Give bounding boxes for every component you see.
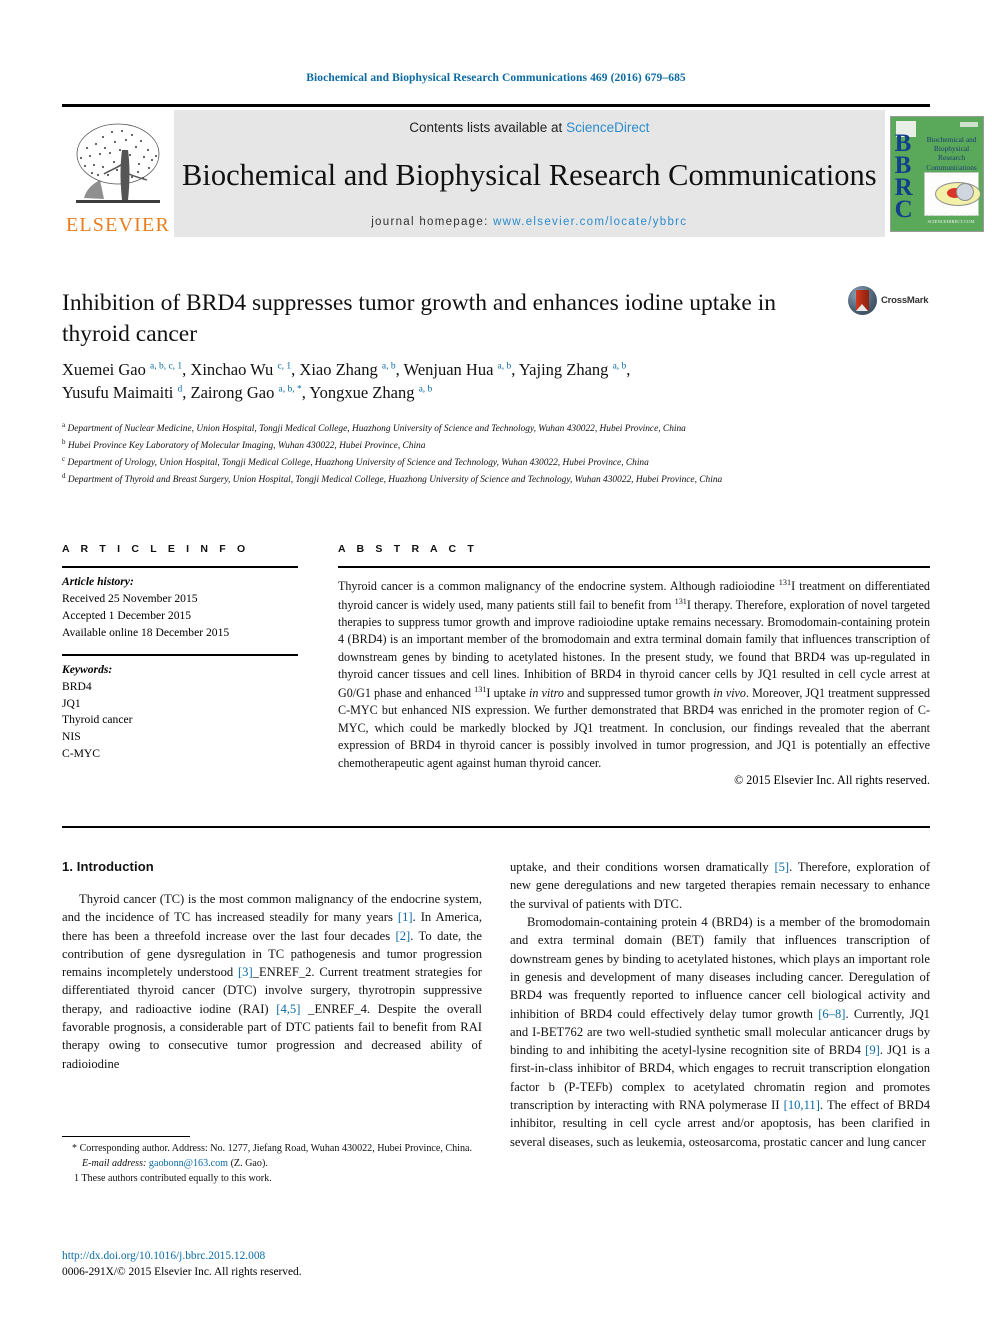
article-received: Received 25 November 2015 [62,591,198,605]
elsevier-logo: ELSEVIER [62,110,174,237]
cover-figure-sphere-icon [955,182,974,201]
author-list: Xuemei Gao a, b, c, 1, Xinchao Wu c, 1, … [62,358,862,405]
journal-title: Biochemical and Biophysical Research Com… [182,158,877,193]
crossmark-label: CrossMark [881,295,929,306]
cover-bottom-line: AVAILABLE ONLINE AT SCIENCEDIRECT.COM [926,211,976,224]
footnote-corresponding-author: * Corresponding author. Address: No. 127… [72,1143,473,1154]
article-info-block: A R T I C L E I N F O Article history: R… [62,543,298,763]
footnote-email-link[interactable]: gaobonn@163.com [149,1158,228,1169]
keywords-label: Keywords: [62,662,113,676]
issn-copyright-line: 0006-291X/© 2015 Elsevier Inc. All right… [62,1266,302,1279]
footnote-email: E-mail address: gaobonn@163.com (Z. Gao)… [62,1157,482,1172]
cover-top-right-mark [959,121,978,127]
author-line-1: Xuemei Gao a, b, c, 1, Xinchao Wu c, 1, … [62,360,631,379]
author-line-2: Yusufu Maimaiti d, Zairong Gao a, b, *, … [62,383,433,403]
running-head: Biochemical and Biophysical Research Com… [306,72,686,84]
doi-link[interactable]: http://dx.doi.org/10.1016/j.bbrc.2015.12… [62,1248,492,1264]
elsevier-wordmark: ELSEVIER [65,214,171,236]
keyword-item: Thyroid cancer [62,713,133,727]
body-column-left: 1. Introduction Thyroid cancer (TC) is t… [62,858,482,1073]
keyword-item: BRD4 [62,679,92,693]
abstract-text: Thyroid cancer is a common malignancy of… [338,578,931,770]
doi-block: http://dx.doi.org/10.1016/j.bbrc.2015.12… [62,1248,492,1280]
affiliation-b: b Hubei Province Key Laboratory of Molec… [62,437,426,451]
abstract-rule [338,566,930,568]
affiliation-c: c Department of Urology, Union Hospital,… [62,454,649,468]
affiliation-list: a Department of Nuclear Medicine, Union … [62,420,897,487]
keyword-item: JQ1 [62,696,81,710]
homepage-prefix: journal homepage: [371,216,494,228]
journal-masthead: ELSEVIER Contents lists available at Sci… [62,104,989,237]
footnote-email-label: E-mail address: [82,1157,147,1169]
abstract-block: A B S T R A C T Thyroid cancer is a comm… [338,543,930,788]
footnote-email-suffix: (Z. Gao). [230,1157,268,1169]
cover-title-text: Biochemical and Biophysical Research Com… [926,134,977,172]
page-title: Inhibition of BRD4 suppresses tumor grow… [62,290,777,347]
article-info-heading: A R T I C L E I N F O [62,543,250,555]
intro-paragraph-left: Thyroid cancer (TC) is the most common m… [62,891,482,1071]
footnote-rule [62,1136,190,1137]
contents-available-line: Contents lists available at ScienceDirec… [409,120,649,135]
footnote-block: * Corresponding author. Address: No. 127… [62,1142,482,1186]
masthead-center: Contents lists available at ScienceDirec… [174,110,885,237]
cover-initials: BBRC [894,129,913,223]
abstract-copyright: © 2015 Elsevier Inc. All rights reserved… [734,773,930,788]
crossmark-icon [848,286,877,315]
article-history-label: Article history: [62,575,134,588]
intro-paragraph-right-2: Bromodomain-containing protein 4 (BRD4) … [510,914,930,1149]
elsevier-tree-icon [76,123,160,203]
section-divider [62,826,930,828]
keywords-rule [62,653,298,656]
journal-cover-thumbnail: BBRC Biochemical and Biophysical Researc… [884,110,989,237]
abstract-heading: A B S T R A C T [338,543,478,555]
body-column-right: uptake, and their conditions worsen dram… [510,858,930,1151]
crossmark-badge[interactable]: CrossMark [848,286,929,315]
sciencedirect-link[interactable]: ScienceDirect [566,120,649,135]
cover-figure [923,171,981,216]
article-available-online: Available online 18 December 2015 [62,625,230,639]
keywords-block: Keywords: BRD4 JQ1 Thyroid cancer NIS C-… [62,653,298,764]
paper-page: Biochemical and Biophysical Research Com… [0,0,992,1323]
affiliation-d: d Department of Thyroid and Breast Surge… [62,471,723,485]
keyword-item: NIS [62,730,81,744]
section-heading-introduction: 1. Introduction [62,859,154,874]
article-history: Article history: Received 25 November 20… [62,574,298,642]
affiliation-a: a Department of Nuclear Medicine, Union … [62,421,686,435]
keyword-item: C-MYC [62,747,101,761]
intro-paragraph-right-1: uptake, and their conditions worsen dram… [510,860,931,911]
footnote-equal-contribution: 1 These authors contributed equally to t… [74,1172,272,1184]
article-info-rule [62,566,298,568]
article-accepted: Accepted 1 December 2015 [62,608,192,622]
journal-homepage-line: journal homepage: www.elsevier.com/locat… [371,216,687,228]
contents-prefix: Contents lists available at [409,120,567,135]
homepage-url-link[interactable]: www.elsevier.com/locate/ybbrc [493,216,687,228]
